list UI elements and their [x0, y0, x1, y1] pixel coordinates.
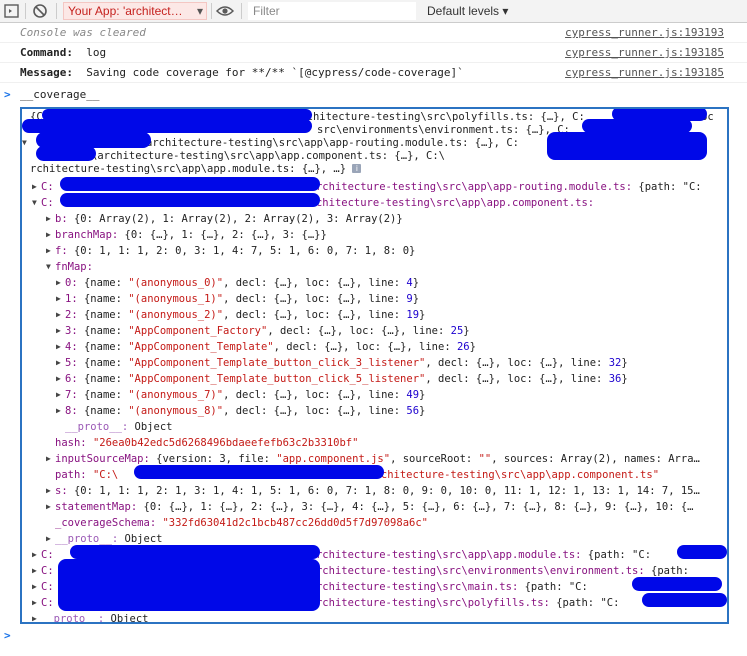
- console-input-echo: > __coverage__: [0, 85, 747, 105]
- tree-entry-b[interactable]: ▶ b: {0: Array(2), 1: Array(2), 2: Array(…: [46, 211, 403, 227]
- redaction-mark: [642, 593, 727, 607]
- context-selector[interactable]: Your App: 'architect… ▾: [63, 2, 207, 20]
- redaction-mark: [582, 119, 692, 133]
- collapse-triangle-icon[interactable]: ▶: [56, 403, 65, 419]
- redaction-mark: [632, 577, 722, 591]
- expand-triangle-icon[interactable]: ▼: [32, 195, 41, 211]
- collapse-triangle-icon[interactable]: ▶: [56, 275, 65, 291]
- console-prompt[interactable]: >: [0, 626, 747, 646]
- prompt-arrow-icon: >: [4, 629, 11, 642]
- collapse-triangle-icon[interactable]: ▶: [56, 307, 65, 323]
- clear-console-icon[interactable]: [31, 2, 49, 20]
- coverage-object-tree[interactable]: {C:\rchitecture-testing\src\polyfills.ts…: [20, 107, 729, 624]
- collapse-triangle-icon[interactable]: ▶: [56, 371, 65, 387]
- tree-entry-fnmap[interactable]: ▼ fnMap:: [46, 259, 93, 275]
- source-link[interactable]: cypress_runner.js:193185: [565, 43, 724, 63]
- source-link[interactable]: cypress_runner.js:193193: [565, 23, 724, 43]
- eye-icon[interactable]: [216, 2, 234, 20]
- source-link[interactable]: cypress_runner.js:193185: [565, 63, 724, 83]
- echo-text: __coverage__: [20, 88, 100, 101]
- filter-input[interactable]: [248, 2, 416, 20]
- default-levels-dropdown[interactable]: Default levels ▾: [427, 4, 508, 18]
- message-label: Command:: [20, 46, 73, 59]
- collapse-triangle-icon[interactable]: ▶: [56, 387, 65, 403]
- fnmap-item[interactable]: ▶ 6: {name: "AppComponent_Template_button…: [56, 371, 628, 387]
- collapse-triangle-icon[interactable]: ▶: [56, 291, 65, 307]
- tree-entry-proto[interactable]: __proto__: Object: [56, 419, 172, 435]
- console-message: Message: Saving code coverage for **/** …: [0, 63, 747, 83]
- console-toolbar: Your App: 'architect… ▾ Default levels ▾: [0, 0, 747, 23]
- redaction-mark: [60, 193, 320, 207]
- input-prompt-icon: >: [4, 88, 11, 101]
- sidebar-toggle-icon[interactable]: [3, 2, 21, 20]
- fnmap-item[interactable]: ▶ 4: {name: "AppComponent_Template", decl…: [56, 339, 476, 355]
- info-icon[interactable]: i: [352, 164, 362, 173]
- tree-entry-coverageschema: _coverageSchema: "332fd63041d2c1bcb487cc…: [55, 517, 428, 529]
- redaction-mark: [58, 559, 320, 611]
- collapse-triangle-icon[interactable]: ▶: [56, 355, 65, 371]
- tree-entry-hash: hash: "26ea0b42edc5d6268496bdaeefefb63c2…: [55, 437, 359, 449]
- tree-entry-statementmap[interactable]: ▶ statementMap: {0: {…}, 1: {…}, 2: {…}, …: [46, 499, 693, 515]
- fnmap-item[interactable]: ▶ 8: {name: "(anonymous_8)", decl: {…}, l…: [56, 403, 425, 419]
- tree-entry-branchmap[interactable]: ▶ branchMap: {0: {…}, 1: {…}, 2: {…}, 3: …: [46, 227, 327, 243]
- tree-entry-f[interactable]: ▶ f: {0: 1, 1: 1, 2: 0, 3: 1, 4: 7, 5: 1,…: [46, 243, 415, 259]
- console-message: Command: log cypress_runner.js:193185: [0, 43, 747, 63]
- redaction-mark: [70, 545, 320, 559]
- tree-summary-line: rchitecture-testing\src\app\app.module.t…: [30, 161, 362, 177]
- collapse-triangle-icon[interactable]: ▶: [56, 323, 65, 339]
- collapse-triangle-icon[interactable]: ▶: [56, 339, 65, 355]
- fnmap-item[interactable]: ▶ 0: {name: "(anonymous_0)", decl: {…}, l…: [56, 275, 419, 291]
- redaction-mark: [22, 119, 312, 133]
- redaction-mark: [677, 545, 727, 559]
- redaction-mark: [36, 146, 96, 161]
- message-label: Message:: [20, 66, 73, 79]
- fnmap-item[interactable]: ▶ 2: {name: "(anonymous_2)", decl: {…}, l…: [56, 307, 425, 323]
- message-text: log: [86, 46, 107, 59]
- fnmap-item[interactable]: ▶ 3: {name: "AppComponent_Factory", decl:…: [56, 323, 470, 339]
- fnmap-item[interactable]: ▶ 1: {name: "(anonymous_1)", decl: {…}, l…: [56, 291, 419, 307]
- redaction-mark: [60, 177, 320, 191]
- fnmap-item[interactable]: ▶ 5: {name: "AppComponent_Template_button…: [56, 355, 628, 371]
- tree-entry-proto[interactable]: ▶ __proto__: Object: [32, 611, 148, 622]
- tree-entry-s[interactable]: ▶ s: {0: 1, 1: 1, 2: 1, 3: 1, 4: 1, 5: 1,…: [46, 483, 700, 499]
- fnmap-item[interactable]: ▶ 7: {name: "(anonymous_7)", decl: {…}, l…: [56, 387, 425, 403]
- context-label: Your App: 'architect…: [68, 4, 183, 18]
- redaction-mark: [134, 465, 384, 479]
- collapse-triangle-icon[interactable]: ▶: [32, 179, 41, 195]
- message-text: Console was cleared: [20, 26, 146, 39]
- redaction-mark: [547, 132, 707, 160]
- chevron-down-icon: ▾: [196, 4, 203, 18]
- console-message: Console was cleared cypress_runner.js:19…: [0, 23, 747, 43]
- message-text: Saving code coverage for **/** `[@cypres…: [86, 66, 464, 79]
